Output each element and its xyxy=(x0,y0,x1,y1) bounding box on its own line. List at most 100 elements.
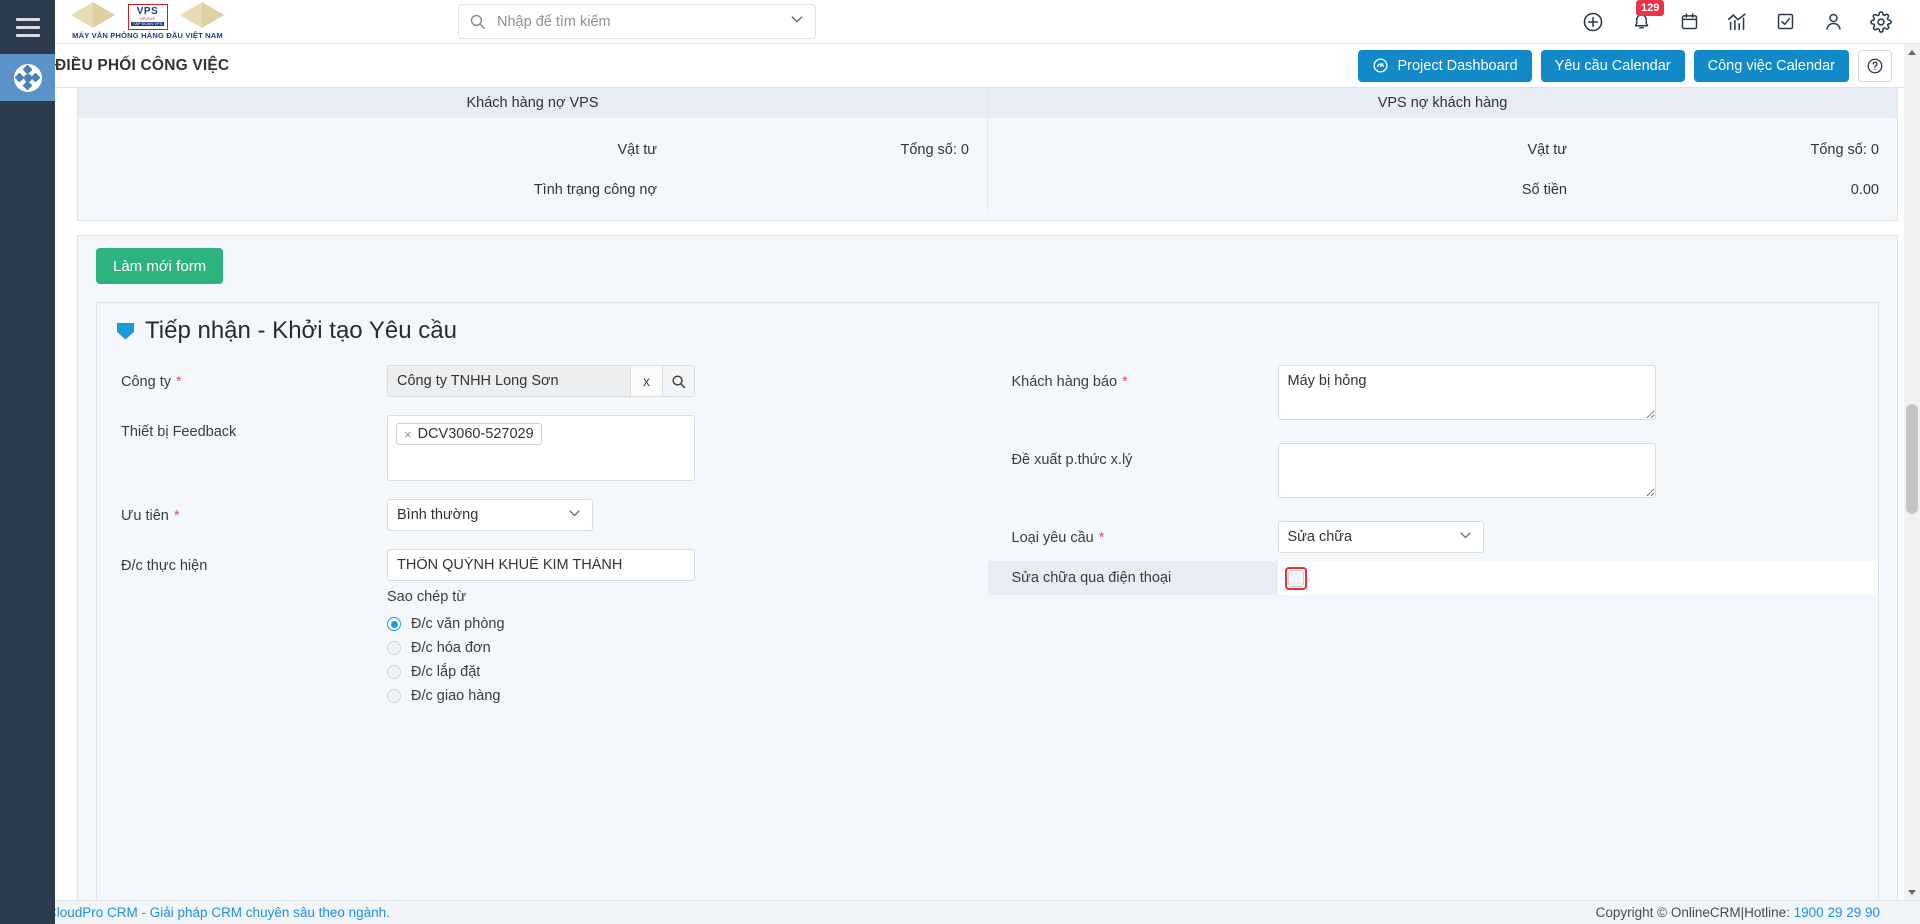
scrollbar-thumb[interactable] xyxy=(1906,404,1918,514)
debt-total-value-right: 0 xyxy=(1870,142,1879,158)
subheader-actions: Project Dashboard Yêu cầu Calendar Công … xyxy=(1358,49,1920,82)
tag-remove-icon[interactable]: × xyxy=(404,427,412,442)
customer-report-textarea[interactable] xyxy=(1277,365,1656,420)
brand-logo[interactable]: VPS GROUP TẬP ĐOÀN VPS MÁY VĂN PHÒNG HÀN… xyxy=(55,0,240,44)
field-exec-address-label-text: Đ/c thực hiện xyxy=(121,558,208,574)
gear-icon[interactable] xyxy=(1870,10,1892,33)
debt-value-materials-left: Tổng số: 0 xyxy=(657,142,987,158)
ribbon-left-decoration xyxy=(71,1,115,28)
chevron-down-icon xyxy=(567,506,582,525)
debt-label-amount-right: Số tiền xyxy=(1521,182,1567,198)
plus-circle-icon[interactable] xyxy=(1582,11,1604,33)
field-company-label-text: Công ty xyxy=(121,374,171,390)
field-device-feedback-label: Thiết bị Feedback xyxy=(97,415,387,440)
device-feedback-tagbox[interactable]: × DCV3060-527029 xyxy=(387,415,695,481)
topbar-icon-group: 129 xyxy=(1582,0,1920,33)
field-exec-address-label: Đ/c thực hiện xyxy=(97,549,387,574)
field-priority: Ưu tiên * Bình thường xyxy=(97,499,988,531)
footer-hotline-number[interactable]: 1900 29 29 90 xyxy=(1794,905,1880,920)
field-request-type-label: Loại yêu cầu * xyxy=(988,521,1278,546)
field-device-feedback-label-text: Thiết bị Feedback xyxy=(121,424,237,440)
radio-invoice-address-dot[interactable] xyxy=(387,641,401,655)
notification-badge: 129 xyxy=(1636,0,1665,16)
field-phone-repair-control xyxy=(1277,561,1878,595)
radio-delivery-address[interactable]: Đ/c giao hàng xyxy=(387,688,964,704)
radio-invoice-address[interactable]: Đ/c hóa đơn xyxy=(387,640,964,656)
debt-row-materials-left: Vật tư Tổng số: 0 xyxy=(78,130,987,170)
company-input[interactable] xyxy=(388,366,630,396)
radio-invoice-address-label: Đ/c hóa đơn xyxy=(411,640,491,656)
debt-header-customer-owes: Khách hàng nợ VPS xyxy=(78,88,988,118)
proposed-method-textarea[interactable] xyxy=(1277,443,1656,498)
calendar-icon[interactable] xyxy=(1678,11,1700,33)
request-form-panel: Làm mới form Tiếp nhận - Khởi tạo Yêu cầ… xyxy=(77,235,1898,900)
required-marker: * xyxy=(1098,530,1105,546)
checkbox-task-icon[interactable] xyxy=(1774,11,1796,33)
page-title: ĐIỀU PHỐI CÔNG VIỆC xyxy=(55,56,230,74)
user-icon[interactable] xyxy=(1822,11,1844,33)
field-request-type: Loại yêu cầu * Sửa chữa xyxy=(988,521,1879,553)
radio-delivery-address-dot[interactable] xyxy=(387,689,401,703)
field-request-type-label-text: Loại yêu cầu xyxy=(1011,530,1094,546)
radio-office-address-dot[interactable] xyxy=(387,617,401,631)
field-company: Công ty* x xyxy=(97,365,988,397)
radio-install-address-label: Đ/c lắp đặt xyxy=(411,664,481,680)
hamburger-icon[interactable] xyxy=(0,0,55,54)
radio-delivery-address-label: Đ/c giao hàng xyxy=(411,688,501,704)
field-company-control: x xyxy=(387,365,988,397)
required-marker: * xyxy=(1122,374,1128,390)
device-feedback-tag[interactable]: × DCV3060-527029 xyxy=(396,423,542,445)
search-input[interactable] xyxy=(495,12,783,31)
company-lookup[interactable]: x xyxy=(387,365,695,397)
field-request-type-control: Sửa chữa xyxy=(1277,521,1879,553)
debt-label-materials-right: Vật tư xyxy=(1527,142,1567,158)
radio-office-address-label: Đ/c văn phòng xyxy=(411,616,505,632)
phone-repair-checkbox[interactable] xyxy=(1287,569,1304,587)
field-device-feedback-control: × DCV3060-527029 xyxy=(387,415,988,481)
field-proposed-method: Đề xuất p.thức x.lý xyxy=(988,443,1879,503)
field-phone-repair-label: Sửa chữa qua điện thoại xyxy=(987,561,1278,595)
debt-row-status-left: Tình trạng công nợ xyxy=(78,170,987,210)
debt-value-amount-right: 0.00 xyxy=(1567,182,1897,198)
request-calendar-button[interactable]: Yêu cầu Calendar xyxy=(1540,49,1685,82)
field-priority-label: Ưu tiên * xyxy=(97,499,387,524)
project-dashboard-label: Project Dashboard xyxy=(1397,57,1518,74)
footer-left-text[interactable]: CloudPro CRM - Giải pháp CRM chuyên sâu … xyxy=(47,905,390,920)
radio-install-address[interactable]: Đ/c lắp đặt xyxy=(387,664,964,680)
ribbon-right-decoration xyxy=(180,1,224,28)
work-calendar-button[interactable]: Công việc Calendar xyxy=(1693,49,1849,82)
debt-column-vps-owes: Vật tư Tổng số: 0 Số tiền 0.00 xyxy=(988,118,1897,210)
request-type-select[interactable]: Sửa chữa xyxy=(1277,521,1484,553)
help-button[interactable] xyxy=(1858,49,1892,82)
bell-icon[interactable]: 129 xyxy=(1630,0,1665,33)
chevron-down-icon[interactable] xyxy=(783,11,805,32)
radio-office-address[interactable]: Đ/c văn phòng xyxy=(387,616,964,632)
required-marker: * xyxy=(173,508,180,524)
chart-icon[interactable] xyxy=(1726,11,1748,33)
field-phone-repair: Sửa chữa qua điện thoại xyxy=(987,561,1878,595)
form-column-left: Công ty * x xyxy=(97,365,988,730)
debt-amount-value: 0.00 xyxy=(1850,182,1879,198)
priority-select[interactable]: Bình thường xyxy=(387,499,593,531)
company-clear-button[interactable]: x xyxy=(630,366,662,396)
scroll-up-arrow-icon[interactable] xyxy=(1904,44,1920,60)
refresh-form-button[interactable]: Làm mới form xyxy=(96,248,224,284)
chevron-down-icon[interactable] xyxy=(117,322,134,340)
page-scrollbar[interactable] xyxy=(1904,44,1920,900)
field-customer-report-control xyxy=(1277,365,1879,425)
module-grid-icon[interactable] xyxy=(0,54,55,101)
scroll-down-arrow-icon[interactable] xyxy=(1904,884,1920,900)
global-search[interactable] xyxy=(458,4,816,39)
priority-selected-value: Bình thường xyxy=(397,507,479,523)
debt-table-header-row: Khách hàng nợ VPS VPS nợ khách hàng xyxy=(78,88,1897,118)
work-calendar-label: Công việc Calendar xyxy=(1707,57,1835,74)
footer-hotline-label: Hotline: xyxy=(1744,905,1790,920)
company-search-button[interactable] xyxy=(662,366,694,396)
field-exec-address: Đ/c thực hiện Sao chép từ Đ/c văn phòng xyxy=(97,549,988,712)
footer-right-text: Copyright © OnlineCRM|Hotline: 1900 29 2… xyxy=(1596,905,1920,920)
project-dashboard-button[interactable]: Project Dashboard xyxy=(1358,49,1532,82)
radio-install-address-dot[interactable] xyxy=(387,665,401,679)
search-icon xyxy=(470,14,485,29)
top-bar: VPS GROUP TẬP ĐOÀN VPS MÁY VĂN PHÒNG HÀN… xyxy=(55,0,1920,44)
exec-address-input[interactable] xyxy=(387,549,695,581)
